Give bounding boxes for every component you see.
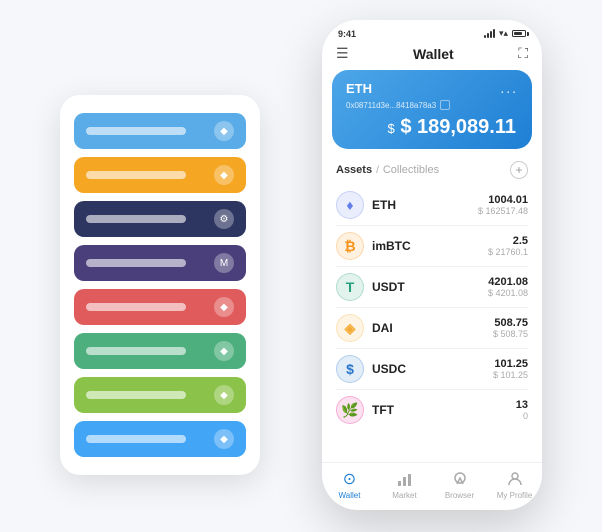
market-nav-label: Market bbox=[392, 491, 416, 500]
bottom-nav: ⊙ Wallet Market Browser bbox=[322, 462, 542, 510]
nav-browser[interactable]: Browser bbox=[432, 469, 487, 500]
wifi-icon: ▾▴ bbox=[499, 28, 508, 39]
asset-amount-tft: 13 bbox=[516, 399, 528, 411]
asset-usd-dai: $ 508.75 bbox=[493, 329, 528, 339]
phone-mockup: 9:41 ▾▴ ☰ Wallet ⛶ ETH ... 0x08711d3e...… bbox=[322, 20, 542, 510]
asset-icon-tft: 🌿 bbox=[336, 396, 364, 424]
stack-card-icon-2: ⚙ bbox=[214, 209, 234, 229]
tab-collectibles[interactable]: Collectibles bbox=[383, 164, 439, 176]
stack-card-icon-7: ◆ bbox=[214, 429, 234, 449]
assets-header: Assets / Collectibles + bbox=[322, 157, 542, 185]
stack-card-icon-0: ◆ bbox=[214, 121, 234, 141]
asset-item-tft[interactable]: 🌿 TFT 130 bbox=[322, 390, 542, 430]
market-nav-icon bbox=[395, 469, 415, 489]
asset-list: ♦ ETH 1004.01$ 162517.48 ₿ imBTC 2.5$ 21760.1… bbox=[322, 185, 542, 462]
nav-market[interactable]: Market bbox=[377, 469, 432, 500]
stack-card-4[interactable]: ◆ bbox=[74, 289, 246, 325]
asset-item-eth[interactable]: ♦ ETH 1004.01$ 162517.48 bbox=[322, 185, 542, 225]
stack-card-7[interactable]: ◆ bbox=[74, 421, 246, 457]
tab-assets[interactable]: Assets bbox=[336, 164, 372, 176]
stack-card-5[interactable]: ◆ bbox=[74, 333, 246, 369]
currency-symbol: $ bbox=[387, 121, 398, 136]
stack-card-icon-1: ◆ bbox=[214, 165, 234, 185]
page-title: Wallet bbox=[413, 46, 454, 62]
eth-card-label: ETH bbox=[346, 81, 372, 96]
asset-icon-eth: ♦ bbox=[336, 191, 364, 219]
asset-amount-usdt: 4201.08 bbox=[488, 276, 528, 288]
asset-amount-imbtc: 2.5 bbox=[488, 235, 528, 247]
asset-name-usdt: USDT bbox=[372, 280, 480, 294]
asset-amount-usdc: 101.25 bbox=[493, 358, 528, 370]
wallet-nav-label: Wallet bbox=[339, 491, 361, 500]
menu-icon[interactable]: ☰ bbox=[336, 45, 349, 62]
stack-card-3[interactable]: M bbox=[74, 245, 246, 281]
stack-card-0[interactable]: ◆ bbox=[74, 113, 246, 149]
status-bar: 9:41 ▾▴ bbox=[322, 20, 542, 39]
eth-address: 0x08711d3e...8418a78a3 bbox=[346, 100, 518, 110]
asset-name-dai: DAI bbox=[372, 321, 485, 335]
stack-card-icon-6: ◆ bbox=[214, 385, 234, 405]
stack-card-1[interactable]: ◆ bbox=[74, 157, 246, 193]
browser-nav-label: Browser bbox=[445, 491, 474, 500]
asset-usd-tft: 0 bbox=[516, 411, 528, 421]
signal-icon bbox=[484, 29, 495, 38]
nav-wallet[interactable]: ⊙ Wallet bbox=[322, 469, 377, 500]
asset-amount-eth: 1004.01 bbox=[478, 194, 528, 206]
asset-item-usdt[interactable]: T USDT 4201.08$ 4201.08 bbox=[322, 267, 542, 307]
assets-tabs: Assets / Collectibles bbox=[336, 164, 439, 176]
time: 9:41 bbox=[338, 29, 356, 39]
battery-icon bbox=[512, 30, 526, 37]
asset-usd-eth: $ 162517.48 bbox=[478, 206, 528, 216]
asset-icon-imbtc: ₿ bbox=[336, 232, 364, 260]
asset-amount-dai: 508.75 bbox=[493, 317, 528, 329]
eth-card[interactable]: ETH ... 0x08711d3e...8418a78a3 $ $ 189,0… bbox=[332, 70, 532, 149]
asset-name-imbtc: imBTC bbox=[372, 239, 480, 253]
eth-amount: $ $ 189,089.11 bbox=[346, 116, 518, 139]
stack-card-2[interactable]: ⚙ bbox=[74, 201, 246, 237]
profile-nav-icon bbox=[505, 469, 525, 489]
asset-name-tft: TFT bbox=[372, 403, 508, 417]
profile-nav-label: My Profile bbox=[497, 491, 533, 500]
tab-divider: / bbox=[376, 165, 379, 176]
browser-nav-icon bbox=[450, 469, 470, 489]
asset-usd-usdc: $ 101.25 bbox=[493, 370, 528, 380]
stack-card-icon-4: ◆ bbox=[214, 297, 234, 317]
asset-icon-usdc: $ bbox=[336, 355, 364, 383]
asset-name-eth: ETH bbox=[372, 198, 470, 212]
asset-item-usdc[interactable]: $ USDC 101.25$ 101.25 bbox=[322, 349, 542, 389]
asset-icon-dai: ◈ bbox=[336, 314, 364, 342]
stack-card-6[interactable]: ◆ bbox=[74, 377, 246, 413]
asset-icon-usdt: T bbox=[336, 273, 364, 301]
eth-card-more[interactable]: ... bbox=[500, 80, 518, 96]
phone-header: ☰ Wallet ⛶ bbox=[322, 39, 542, 70]
expand-icon[interactable]: ⛶ bbox=[518, 45, 528, 62]
stack-card-icon-5: ◆ bbox=[214, 341, 234, 361]
asset-usd-imbtc: $ 21760.1 bbox=[488, 247, 528, 257]
asset-item-imbtc[interactable]: ₿ imBTC 2.5$ 21760.1 bbox=[322, 226, 542, 266]
nav-profile[interactable]: My Profile bbox=[487, 469, 542, 500]
card-stack: ◆ ◆ ⚙ M ◆ ◆ ◆ ◆ bbox=[60, 95, 260, 475]
copy-icon[interactable] bbox=[440, 100, 450, 110]
asset-item-dai[interactable]: ◈ DAI 508.75$ 508.75 bbox=[322, 308, 542, 348]
asset-usd-usdt: $ 4201.08 bbox=[488, 288, 528, 298]
wallet-nav-icon: ⊙ bbox=[340, 469, 360, 489]
add-asset-button[interactable]: + bbox=[510, 161, 528, 179]
stack-card-icon-3: M bbox=[214, 253, 234, 273]
asset-name-usdc: USDC bbox=[372, 362, 485, 376]
